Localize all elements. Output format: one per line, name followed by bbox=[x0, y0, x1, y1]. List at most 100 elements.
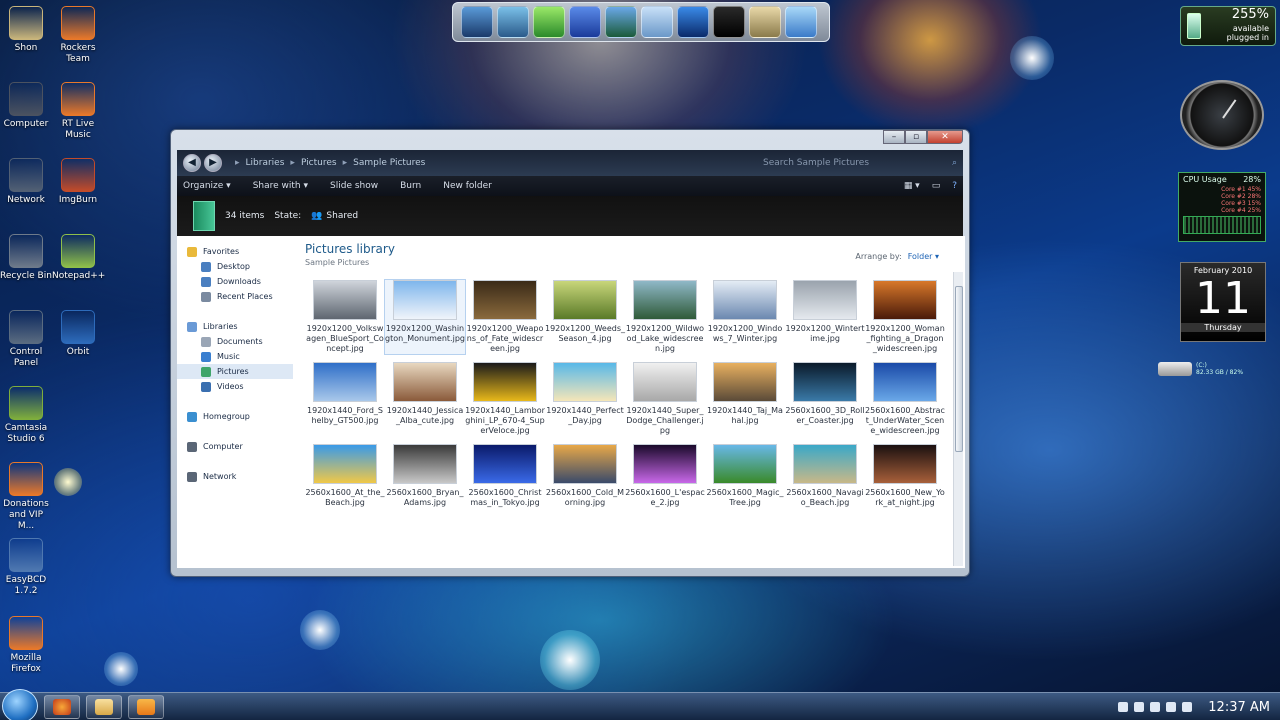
file-tile[interactable]: 1920x1440_Lamborghini_LP_670-4_SuperVelo… bbox=[465, 362, 545, 436]
desktop-icon[interactable]: EasyBCD 1.7.2 bbox=[0, 538, 52, 597]
cpu-meter-gadget[interactable]: CPU Usage 28% Core #1 45% Core #2 28% Cor… bbox=[1178, 172, 1266, 242]
nav-item[interactable]: Favorites bbox=[177, 244, 293, 259]
file-tile[interactable]: 2560x1600_Bryan_Adams.jpg bbox=[385, 444, 465, 508]
file-tile[interactable]: 1920x1200_Wildwood_Lake_widescreen.jpg bbox=[625, 280, 705, 354]
breadcrumb-item[interactable]: Sample Pictures bbox=[353, 158, 425, 168]
file-tile[interactable]: 1920x1200_Windows_7_Winter.jpg bbox=[705, 280, 785, 354]
dock-icon[interactable] bbox=[749, 6, 781, 38]
desktop-icon[interactable]: Notepad++ bbox=[52, 234, 105, 282]
file-tile[interactable]: 1920x1200_Volkswagen_BlueSport_Concept.j… bbox=[305, 280, 385, 354]
file-tile[interactable]: 2560x1600_Christmas_in_Tokyo.jpg bbox=[465, 444, 545, 508]
clock-time[interactable]: 12:37 AM bbox=[1208, 700, 1270, 715]
desktop-icon[interactable]: RT Live Music bbox=[52, 82, 104, 141]
clock-gadget[interactable] bbox=[1180, 80, 1264, 150]
back-button[interactable]: ◀ bbox=[183, 154, 201, 172]
close-button[interactable]: ✕ bbox=[927, 130, 963, 144]
breadcrumb[interactable]: ▸ Libraries ▸ Pictures ▸ Sample Pictures bbox=[235, 158, 695, 168]
nav-item[interactable]: Computer bbox=[177, 439, 293, 454]
nav-item[interactable]: Homegroup bbox=[177, 409, 293, 424]
file-tile[interactable]: 2560x1600_Cold_Morning.jpg bbox=[545, 444, 625, 508]
desktop-icon[interactable]: Rockers Team bbox=[52, 6, 104, 65]
drive-gadget[interactable]: (C:) 82.33 GB / 82% bbox=[1158, 362, 1243, 376]
file-tile[interactable]: 2560x1600_Abstract_UnderWater_Scene_wide… bbox=[865, 362, 945, 436]
file-tile[interactable]: 1920x1440_Jessica_Alba_cute.jpg bbox=[385, 362, 465, 436]
organize-button[interactable]: Organize ▾ bbox=[183, 181, 231, 191]
taskbar-firefox-button[interactable] bbox=[44, 695, 80, 719]
breadcrumb-item[interactable]: Libraries bbox=[246, 158, 285, 168]
nav-item[interactable]: Recent Places bbox=[177, 289, 293, 304]
minimize-button[interactable]: – bbox=[883, 130, 905, 144]
file-tile[interactable]: 1920x1440_Ford_Shelby_GT500.jpg bbox=[305, 362, 385, 436]
dock-icon[interactable] bbox=[497, 6, 529, 38]
new-folder-button[interactable]: New folder bbox=[443, 181, 492, 191]
desktop-icon[interactable]: Orbit bbox=[52, 310, 104, 358]
calendar-gadget[interactable]: February 2010 11 Thursday bbox=[1180, 262, 1266, 342]
tray-icon[interactable] bbox=[1134, 702, 1145, 712]
nav-item[interactable]: Videos bbox=[177, 379, 293, 394]
file-tile[interactable]: 1920x1440_Super_Dodge_Challenger.jpg bbox=[625, 362, 705, 436]
search-input[interactable]: Search Sample Pictures ⌕ bbox=[757, 154, 957, 172]
scroll-thumb[interactable] bbox=[955, 286, 963, 452]
tray-icon[interactable] bbox=[1150, 702, 1161, 712]
file-tile[interactable]: 1920x1200_Woman_fighting_a_Dragon_widesc… bbox=[865, 280, 945, 354]
nav-item[interactable]: Network bbox=[177, 469, 293, 484]
file-tile[interactable]: 1920x1200_Washington_Monument.jpg bbox=[384, 279, 466, 355]
vertical-scrollbar[interactable] bbox=[953, 272, 963, 566]
desktop-icon[interactable]: Control Panel bbox=[0, 310, 52, 369]
file-tile[interactable]: 2560x1600_3D_Roller_Coaster.jpg bbox=[785, 362, 865, 436]
burn-button[interactable]: Burn bbox=[400, 181, 421, 191]
arrange-dropdown[interactable]: Folder ▾ bbox=[908, 252, 939, 261]
desktop-icon[interactable]: Donations and VIP M... bbox=[0, 462, 52, 532]
file-tile[interactable]: 2560x1600_New_York_at_night.jpg bbox=[865, 444, 945, 508]
tray-icon[interactable] bbox=[1182, 702, 1193, 712]
file-tile[interactable]: 2560x1600_At_the_Beach.jpg bbox=[305, 444, 385, 508]
view-options-icon[interactable]: ▦ ▾ bbox=[904, 181, 920, 191]
file-tile[interactable]: 2560x1600_Navagio_Beach.jpg bbox=[785, 444, 865, 508]
forward-button[interactable]: ▶ bbox=[204, 154, 222, 172]
nav-item[interactable]: Desktop bbox=[177, 259, 293, 274]
nav-item[interactable]: Documents bbox=[177, 334, 293, 349]
file-tile[interactable]: 1920x1440_Perfect_Day.jpg bbox=[545, 362, 625, 436]
dock-icon[interactable] bbox=[533, 6, 565, 38]
maximize-button[interactable]: ▫ bbox=[905, 130, 927, 144]
nav-item[interactable]: Libraries bbox=[177, 319, 293, 334]
desktop-icon[interactable]: Computer bbox=[0, 82, 52, 130]
dock-icon[interactable] bbox=[713, 6, 745, 38]
file-tile[interactable]: 1920x1200_Wintertime.jpg bbox=[785, 280, 865, 354]
nav-item[interactable]: Downloads bbox=[177, 274, 293, 289]
desktop-icon-label: RT Live Music bbox=[61, 119, 95, 140]
taskbar-media-button[interactable] bbox=[128, 695, 164, 719]
taskbar-explorer-button[interactable] bbox=[86, 695, 122, 719]
share-with-button[interactable]: Share with ▾ bbox=[253, 181, 308, 191]
dock-icon[interactable] bbox=[605, 6, 637, 38]
desktop-icon[interactable]: Camtasia Studio 6 bbox=[0, 386, 52, 445]
tray-icon[interactable] bbox=[1118, 702, 1129, 712]
desktop-icon[interactable]: Recycle Bin bbox=[0, 234, 52, 282]
dock-icon[interactable] bbox=[641, 6, 673, 38]
tray-icon[interactable] bbox=[1166, 702, 1177, 712]
file-tile[interactable]: 1920x1440_Taj_Mahal.jpg bbox=[705, 362, 785, 436]
battery-gadget[interactable]: 255% available plugged in bbox=[1180, 6, 1276, 46]
slide-show-button[interactable]: Slide show bbox=[330, 181, 378, 191]
drive-label: (C:) bbox=[1196, 362, 1207, 369]
nav-item-icon bbox=[187, 411, 197, 422]
nav-item[interactable]: Music bbox=[177, 349, 293, 364]
dock-icon[interactable] bbox=[785, 6, 817, 38]
desktop-icon[interactable]: Network bbox=[0, 158, 52, 206]
dock-icon[interactable] bbox=[461, 6, 493, 38]
file-tile[interactable]: 2560x1600_L'espace_2.jpg bbox=[625, 444, 705, 508]
desktop-icon[interactable]: Shon bbox=[0, 6, 52, 54]
desktop-icon[interactable]: ImgBurn bbox=[52, 158, 104, 206]
file-tile[interactable]: 1920x1200_Weapons_of_Fate_widescreen.jpg bbox=[465, 280, 545, 354]
dock-icon[interactable] bbox=[677, 6, 709, 38]
file-tile[interactable]: 1920x1200_Weeds_Season_4.jpg bbox=[545, 280, 625, 354]
start-button[interactable] bbox=[2, 689, 38, 720]
preview-pane-icon[interactable]: ▭ bbox=[932, 181, 941, 191]
dock-icon[interactable] bbox=[569, 6, 601, 38]
desktop-icon[interactable]: Mozilla Firefox bbox=[0, 616, 52, 675]
nav-item[interactable]: Pictures bbox=[177, 364, 293, 379]
help-icon[interactable]: ? bbox=[952, 181, 957, 191]
file-tile[interactable]: 2560x1600_Magic_Tree.jpg bbox=[705, 444, 785, 508]
breadcrumb-item[interactable]: Pictures bbox=[301, 158, 337, 168]
